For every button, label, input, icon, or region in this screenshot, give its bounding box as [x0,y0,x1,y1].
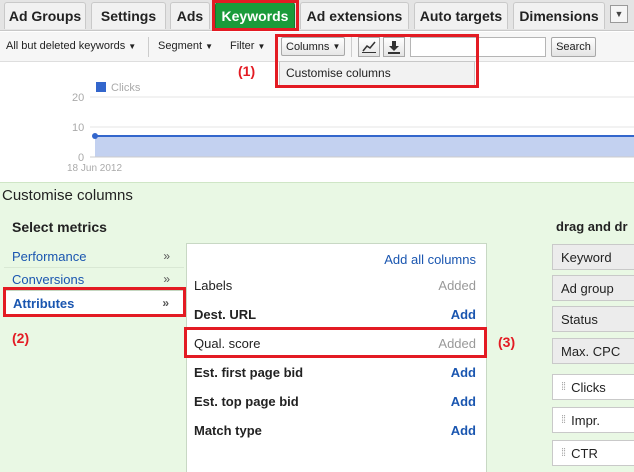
selected-column-keyword[interactable]: Keyword [552,244,634,270]
filter-dropdown[interactable]: Filter ▼ [230,40,265,52]
columns-button[interactable]: Columns ▼ [281,37,345,56]
double-chevron-right-icon: » [163,272,170,286]
filter-label: Filter [230,40,255,52]
selected-column-impr[interactable]: ⁞⁞ Impr. [552,407,634,433]
tab-dimensions[interactable]: Dimensions [513,2,605,29]
selected-column-ctr[interactable]: ⁞⁞ CTR [552,440,634,466]
drag-handle-icon: ⁞⁞ [561,414,566,426]
x-tick-label: 18 Jun 2012 [67,163,122,174]
metric-row: Est. top page bid Add [187,387,486,416]
selected-column-status[interactable]: Status [552,306,634,332]
legend-swatch [96,82,106,92]
performance-chart: Clicks 20 10 0 18 Jun 2012 [0,62,634,174]
category-performance[interactable]: Performance » [4,245,184,268]
add-link[interactable]: Add [451,307,476,322]
download-button[interactable] [383,37,405,57]
toolbar-divider [148,37,149,57]
drag-handle-icon: ⁞⁞ [561,381,566,393]
metric-row: Match type Add [187,416,486,445]
column-label: Clicks [571,379,606,395]
column-label: CTR [571,445,598,461]
view-filter-dropdown[interactable]: All but deleted keywords ▼ [6,40,136,52]
y-tick-label: 20 [72,92,84,104]
line-chart-icon [362,41,376,53]
tab-settings[interactable]: Settings [91,2,166,29]
selected-column-clicks[interactable]: ⁞⁞ Clicks [552,374,634,400]
tab-keywords[interactable]: Keywords [215,2,295,29]
caret-down-icon: ▼ [332,42,341,51]
chevron-down-icon: ▼ [614,9,624,19]
double-chevron-right-icon: » [162,296,169,310]
metric-row: Qual. score Added [187,329,486,358]
download-icon [388,40,400,54]
caret-down-icon: ▼ [257,42,266,51]
selected-column-max-cpc[interactable]: Max. CPC [552,338,634,364]
metric-label: Qual. score [194,336,261,351]
metric-row: Labels Added [187,271,486,300]
segment-label: Segment [158,40,203,52]
column-label: Impr. [571,412,601,428]
category-attributes[interactable]: Attributes » [4,290,184,316]
search-input[interactable] [410,37,546,57]
metric-row: Est. first page bid Add [187,358,486,387]
drag-and-drop-heading: drag and dr [556,219,628,234]
clicks-area [95,136,634,157]
select-metrics-heading: Select metrics [12,219,107,235]
chart-toggle-button[interactable] [358,37,380,57]
tab-auto-targets[interactable]: Auto targets [414,2,508,29]
metric-label: Dest. URL [194,307,257,322]
added-status: Added [438,278,476,293]
columns-label: Columns [286,40,330,53]
add-link[interactable]: Add [451,365,476,380]
metric-row: Dest. URL Add [187,300,486,329]
metric-label: Labels [194,278,233,293]
y-tick-label: 10 [72,122,84,134]
add-all-columns-link[interactable]: Add all columns [384,252,476,267]
tab-ads[interactable]: Ads [170,2,210,29]
tab-ad-extensions[interactable]: Ad extensions [300,2,409,29]
panel-title: Customise columns [2,187,133,204]
view-filter-label: All but deleted keywords [6,40,126,52]
chart-svg: Clicks 20 10 0 18 Jun 2012 [67,82,634,174]
category-label: Performance [12,248,87,264]
category-label: Conversions [12,271,85,287]
metric-label: Est. top page bid [194,394,299,409]
search-button[interactable]: Search [551,37,596,57]
add-link[interactable]: Add [451,394,476,409]
drag-handle-icon: ⁞⁞ [561,447,566,459]
clicks-point [92,133,98,139]
selected-column-ad-group[interactable]: Ad group [552,275,634,301]
double-chevron-right-icon: » [163,249,170,263]
annotation-label-3: (3) [498,334,516,350]
category-label: Attributes [13,295,75,311]
more-tabs-dropdown[interactable]: ▼ [610,5,628,23]
added-status: Added [438,336,476,351]
toolbar: All but deleted keywords ▼ Segment ▼ Fil… [0,32,634,62]
add-link[interactable]: Add [451,423,476,438]
caret-down-icon: ▼ [205,42,214,51]
legend-label: Clicks [111,82,141,94]
tab-bar: Ad Groups Settings Ads Keywords Ad exten… [0,0,634,31]
category-conversions[interactable]: Conversions » [4,268,184,291]
tab-ad-groups[interactable]: Ad Groups [4,2,86,29]
metric-label: Match type [194,423,262,438]
toolbar-divider [351,37,352,57]
metric-label: Est. first page bid [194,365,304,380]
annotation-label-2: (2) [12,330,30,346]
caret-down-icon: ▼ [128,42,137,51]
segment-dropdown[interactable]: Segment ▼ [158,40,213,52]
